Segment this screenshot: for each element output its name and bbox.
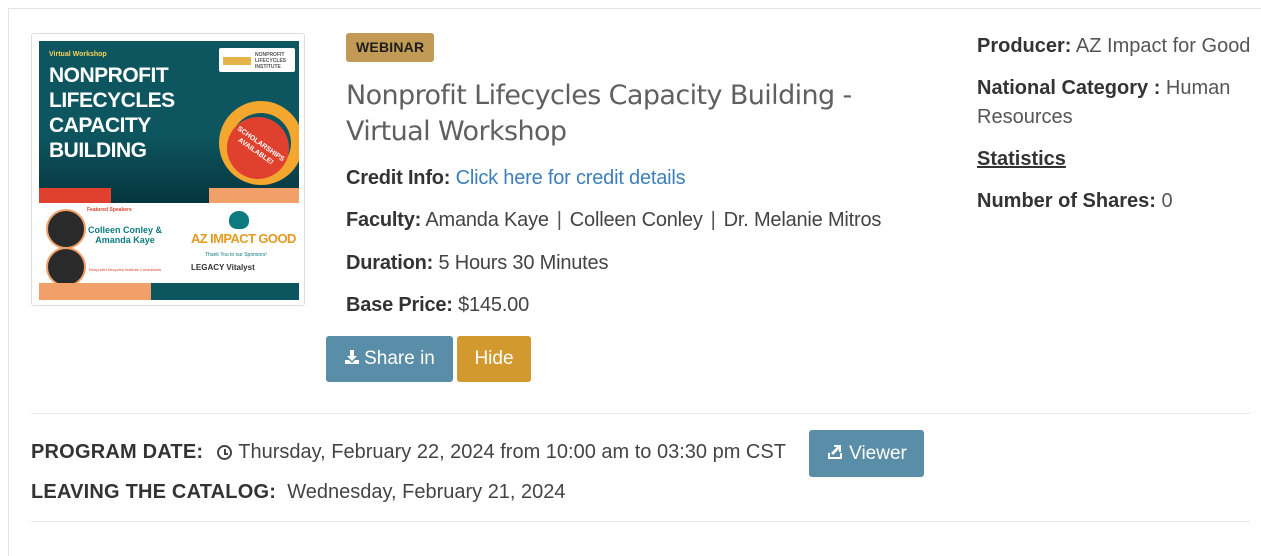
- speaker-photo: [46, 247, 86, 287]
- shares-row: Number of Shares: 0: [977, 190, 1173, 212]
- price-row: Base Price: $145.00: [346, 294, 530, 316]
- producer-value: AZ Impact for Good: [1075, 35, 1251, 57]
- leaving-catalog-row: LEAVING THE CATALOG: Wednesday, February…: [31, 481, 566, 503]
- viewer-button[interactable]: Viewer: [809, 430, 924, 477]
- category-row: National Category : Human Resources: [977, 77, 1231, 128]
- shares-count: 0: [1161, 190, 1173, 212]
- sponsor-logos: LEGACY Vitalyst: [191, 263, 255, 272]
- thumbnail-small-label: Virtual Workshop: [49, 51, 107, 58]
- speaker-names: Colleen Conley & Amanda Kaye: [87, 225, 162, 245]
- institute-logo: NONPROFIT LIFECYCLES INSTITUTE: [219, 48, 295, 72]
- price-value: $145.00: [458, 294, 530, 316]
- credit-details-link[interactable]: Click here for credit details: [456, 167, 686, 189]
- webinar-badge: WEBINAR: [346, 33, 435, 62]
- program-date-value: Thursday, February 22, 2024 from 10:00 a…: [238, 441, 786, 463]
- leaving-date-value: Wednesday, February 21, 2024: [287, 481, 566, 503]
- export-icon: [828, 445, 843, 459]
- az-impact-logo: AZ IMPACT GOOD: [191, 231, 296, 246]
- az-impact-icon: [229, 211, 249, 229]
- credit-info-row: Credit Info: Click here for credit detai…: [346, 167, 686, 189]
- download-icon: [345, 350, 360, 364]
- speaker-photo: [46, 209, 86, 249]
- duration-row: Duration: 5 Hours 30 Minutes: [346, 252, 609, 274]
- share-in-button[interactable]: Share in: [326, 336, 453, 382]
- course-thumbnail-frame[interactable]: Virtual Workshop NONPROFIT LIFECYCLES CA…: [31, 33, 305, 306]
- duration-value: 5 Hours 30 Minutes: [438, 252, 609, 274]
- hide-button[interactable]: Hide: [457, 336, 531, 382]
- faculty-name: Dr. Melanie Mitros: [723, 209, 882, 231]
- divider: [31, 413, 1250, 414]
- course-thumbnail: Virtual Workshop NONPROFIT LIFECYCLES CA…: [39, 41, 299, 300]
- course-details: Producer: AZ Impact for Good National Ca…: [977, 32, 1257, 229]
- faculty-row: Faculty: Amanda Kaye | Colleen Conley | Dr. …: [346, 209, 882, 231]
- divider: [31, 521, 1250, 522]
- faculty-name: Amanda Kaye: [425, 209, 549, 231]
- thumbnail-title: NONPROFIT LIFECYCLES CAPACITY BUILDING: [49, 64, 175, 162]
- statistics-link[interactable]: Statistics: [977, 148, 1066, 170]
- program-date-row: PROGRAM DATE: Thursday, February 22, 2024…: [31, 441, 786, 463]
- producer-row: Producer: AZ Impact for Good: [977, 35, 1251, 57]
- course-title: Nonprofit Lifecycles Capacity Building -…: [346, 80, 852, 147]
- faculty-name: Colleen Conley: [569, 209, 703, 231]
- clock-icon: [217, 445, 233, 460]
